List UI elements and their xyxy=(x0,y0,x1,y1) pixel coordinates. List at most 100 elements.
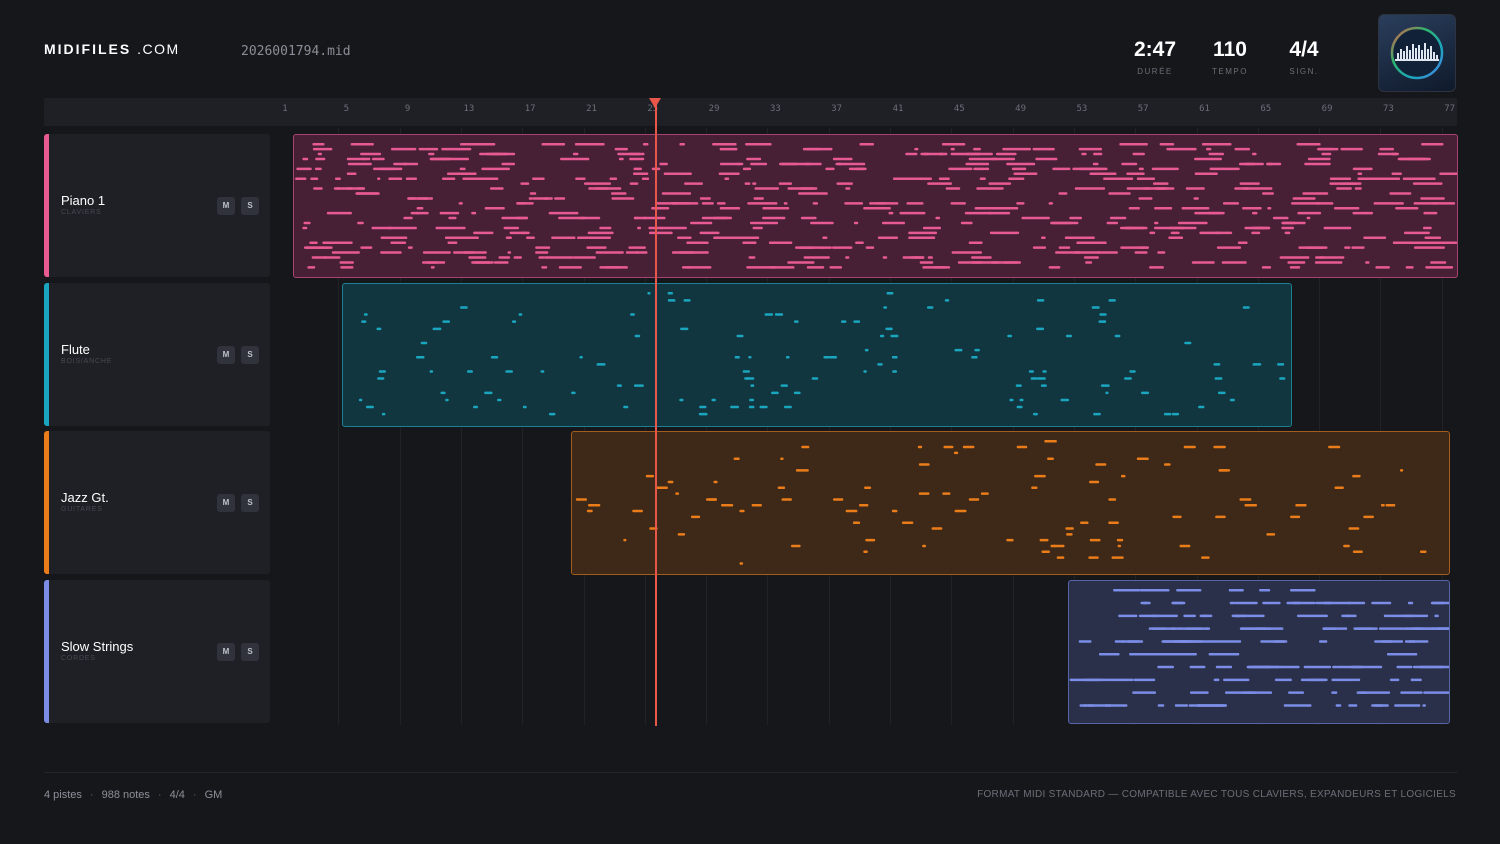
midi-note xyxy=(381,412,386,416)
midi-note xyxy=(780,384,788,387)
midi-note xyxy=(1239,182,1260,185)
midi-note xyxy=(1290,515,1301,519)
midi-note xyxy=(901,521,914,524)
midi-note xyxy=(902,256,919,259)
midi-note xyxy=(848,167,864,171)
midi-note xyxy=(322,241,353,244)
midi-note xyxy=(742,370,750,373)
midi-note xyxy=(416,356,425,359)
midi-note xyxy=(1405,266,1414,269)
midi-note xyxy=(744,377,750,380)
midi-note xyxy=(719,147,738,151)
midi-note xyxy=(1334,207,1360,210)
midi-note xyxy=(988,182,1012,185)
midi-clip-guitar[interactable] xyxy=(571,431,1450,575)
midi-note xyxy=(863,550,868,553)
midi-note xyxy=(968,241,983,244)
solo-button[interactable]: S xyxy=(241,197,259,215)
midi-note xyxy=(1036,299,1045,302)
midi-note xyxy=(877,236,884,239)
waveform-disc-icon[interactable] xyxy=(1378,14,1456,92)
tempo-stat: 110 TEMPO xyxy=(1205,38,1255,76)
midi-clip-strings[interactable] xyxy=(1068,580,1450,724)
midi-note xyxy=(1206,147,1212,151)
midi-note xyxy=(377,377,385,380)
timeline-ruler[interactable]: 1 5 9 13 17 21 25 29 33 37 41 45 49 53 57 61 65 69 73 77 xyxy=(44,98,1457,126)
midi-note xyxy=(944,299,950,302)
midi-note xyxy=(1028,370,1034,373)
site-logo[interactable]: MIDIFILES .COM xyxy=(44,41,180,57)
track-header-flute[interactable]: Flute BOIS/ANCHE M S xyxy=(44,283,270,426)
midi-note xyxy=(1149,231,1156,235)
ruler-tick-label: 17 xyxy=(524,104,536,114)
midi-note xyxy=(428,152,435,156)
track-header-piano[interactable]: Piano 1 CLAVIERS M S xyxy=(44,134,270,277)
mute-button[interactable]: M xyxy=(217,494,235,512)
mute-button[interactable]: M xyxy=(217,643,235,661)
playhead-marker-icon[interactable] xyxy=(649,98,661,108)
midi-note xyxy=(1292,197,1316,200)
track-header-guitar[interactable]: Jazz Gt. GUITARES M S xyxy=(44,431,270,574)
midi-note xyxy=(953,451,959,455)
midi-note xyxy=(1201,556,1210,559)
midi-note xyxy=(957,261,983,264)
midi-note xyxy=(1078,147,1102,151)
midi-note xyxy=(882,256,888,259)
midi-note xyxy=(628,246,646,249)
midi-note xyxy=(1252,363,1262,366)
midi-note xyxy=(908,236,936,239)
midi-note xyxy=(1008,177,1025,180)
midi-note xyxy=(448,236,479,239)
midi-note xyxy=(388,177,403,180)
midi-clip-flute[interactable] xyxy=(342,283,1292,427)
midi-note xyxy=(659,226,687,230)
midi-note xyxy=(680,327,689,331)
midi-note xyxy=(441,147,472,151)
midi-note xyxy=(1078,640,1092,643)
midi-note xyxy=(470,143,496,146)
midi-note xyxy=(1021,216,1050,220)
midi-note xyxy=(883,306,887,309)
track-name: Jazz Gt. xyxy=(61,490,109,505)
midi-note xyxy=(1128,207,1140,210)
solo-button[interactable]: S xyxy=(241,643,259,661)
midi-note xyxy=(1138,614,1160,618)
midi-note xyxy=(497,398,502,402)
midi-note xyxy=(747,202,778,205)
mute-button[interactable]: M xyxy=(217,197,235,215)
midi-note xyxy=(1083,704,1094,707)
midi-note xyxy=(1085,261,1093,264)
midi-note xyxy=(1076,241,1107,244)
midi-note xyxy=(1237,241,1248,244)
playhead-line[interactable] xyxy=(655,104,657,726)
midi-note xyxy=(1404,231,1430,235)
midi-note xyxy=(473,405,478,409)
midi-note xyxy=(432,327,442,331)
midi-note xyxy=(1083,256,1099,259)
midi-note xyxy=(599,226,612,230)
midi-note xyxy=(471,211,477,215)
midi-note xyxy=(918,463,930,466)
midi-note xyxy=(360,246,373,249)
solo-button[interactable]: S xyxy=(241,346,259,364)
midi-note xyxy=(596,363,606,366)
midi-note xyxy=(1284,231,1291,235)
track-header-strings[interactable]: Slow Strings CORDES M S xyxy=(44,580,270,723)
midi-note xyxy=(974,348,980,352)
midi-note xyxy=(1216,704,1225,707)
midi-note xyxy=(844,202,863,205)
midi-note xyxy=(1209,167,1240,171)
midi-note xyxy=(1174,704,1189,707)
mute-button[interactable]: M xyxy=(217,346,235,364)
midi-note xyxy=(768,241,793,244)
solo-button[interactable]: S xyxy=(241,494,259,512)
midi-note xyxy=(1252,152,1257,156)
midi-note xyxy=(492,152,508,156)
midi-note xyxy=(1177,221,1208,225)
midi-clip-piano[interactable] xyxy=(293,134,1458,278)
midi-note xyxy=(1121,162,1138,166)
ruler-tick-label: 21 xyxy=(586,104,597,114)
midi-note xyxy=(920,152,930,156)
midi-note xyxy=(1032,147,1055,151)
midi-note xyxy=(649,231,673,235)
